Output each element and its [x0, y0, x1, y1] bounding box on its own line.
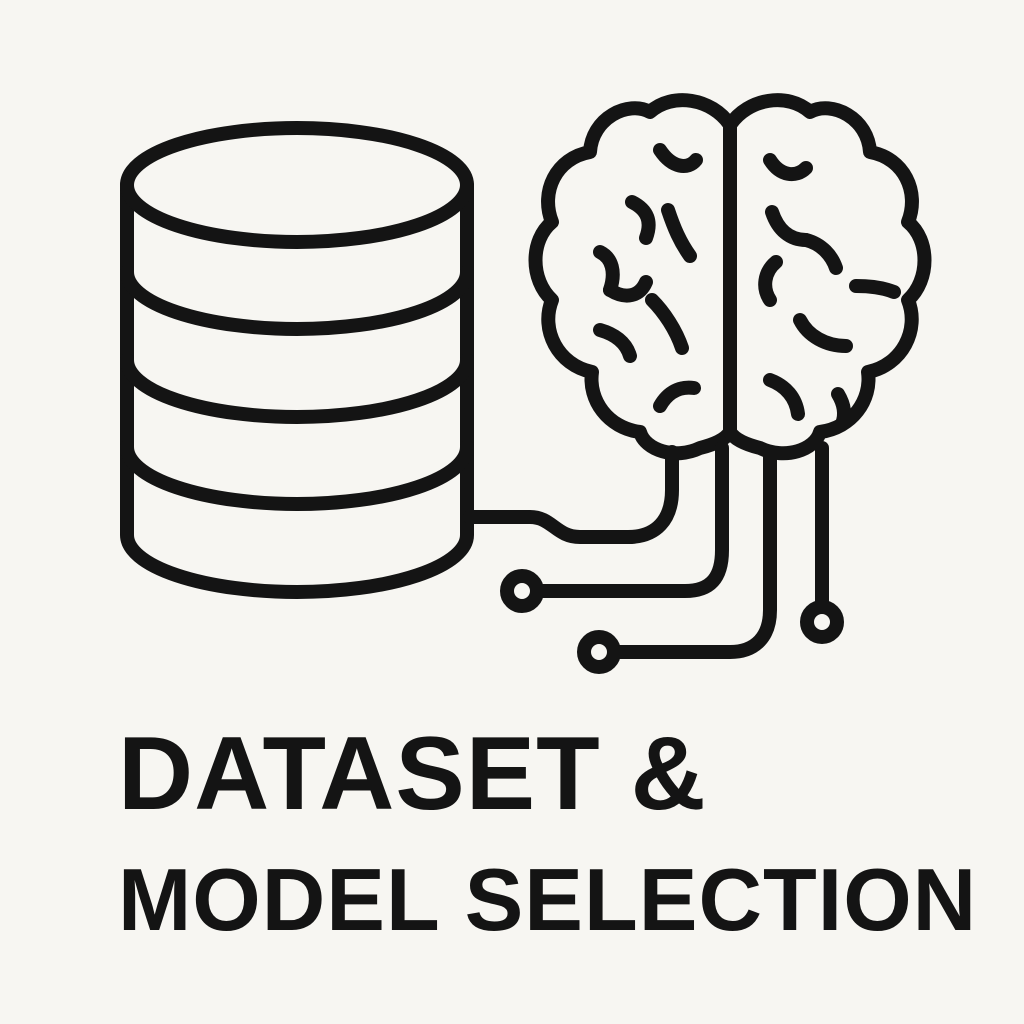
database-divider-1 — [120, 265, 474, 336]
brain-fold — [661, 203, 697, 263]
illustration — [120, 93, 932, 674]
infographic-canvas: DATASET & MODEL SELECTION — [0, 0, 1024, 1024]
circuit-node-a — [500, 569, 544, 613]
brain-fold — [793, 313, 853, 353]
brain-icon — [528, 93, 932, 461]
database-divider-3 — [120, 440, 474, 511]
database-divider-2 — [120, 353, 474, 424]
circuit-trace-node-a — [530, 441, 729, 598]
brain-fold — [645, 293, 689, 355]
title-line-1: DATASET & — [118, 716, 707, 832]
database-icon — [120, 121, 474, 599]
title-line-2: MODEL SELECTION — [118, 850, 978, 949]
brain-fold — [831, 387, 852, 431]
circuit-node-c — [800, 600, 844, 644]
brain-fold — [758, 255, 783, 307]
brain-fold — [799, 233, 843, 275]
circuit-trace-database — [463, 445, 679, 544]
brain-left-hemisphere — [528, 93, 737, 461]
brain-fold — [763, 153, 813, 182]
brain-fold — [653, 143, 703, 173]
circuit-node-b — [577, 630, 621, 674]
circuit-connector-icon — [463, 441, 844, 674]
brain-fold — [625, 195, 656, 245]
brain-fold — [849, 279, 901, 299]
brain-fold — [593, 323, 637, 363]
brain-fold — [653, 380, 701, 413]
database-top-disk — [120, 121, 474, 249]
circuit-trace-node-b — [607, 445, 777, 659]
title-block: DATASET & MODEL SELECTION — [118, 722, 998, 944]
brain-fold — [763, 373, 805, 421]
